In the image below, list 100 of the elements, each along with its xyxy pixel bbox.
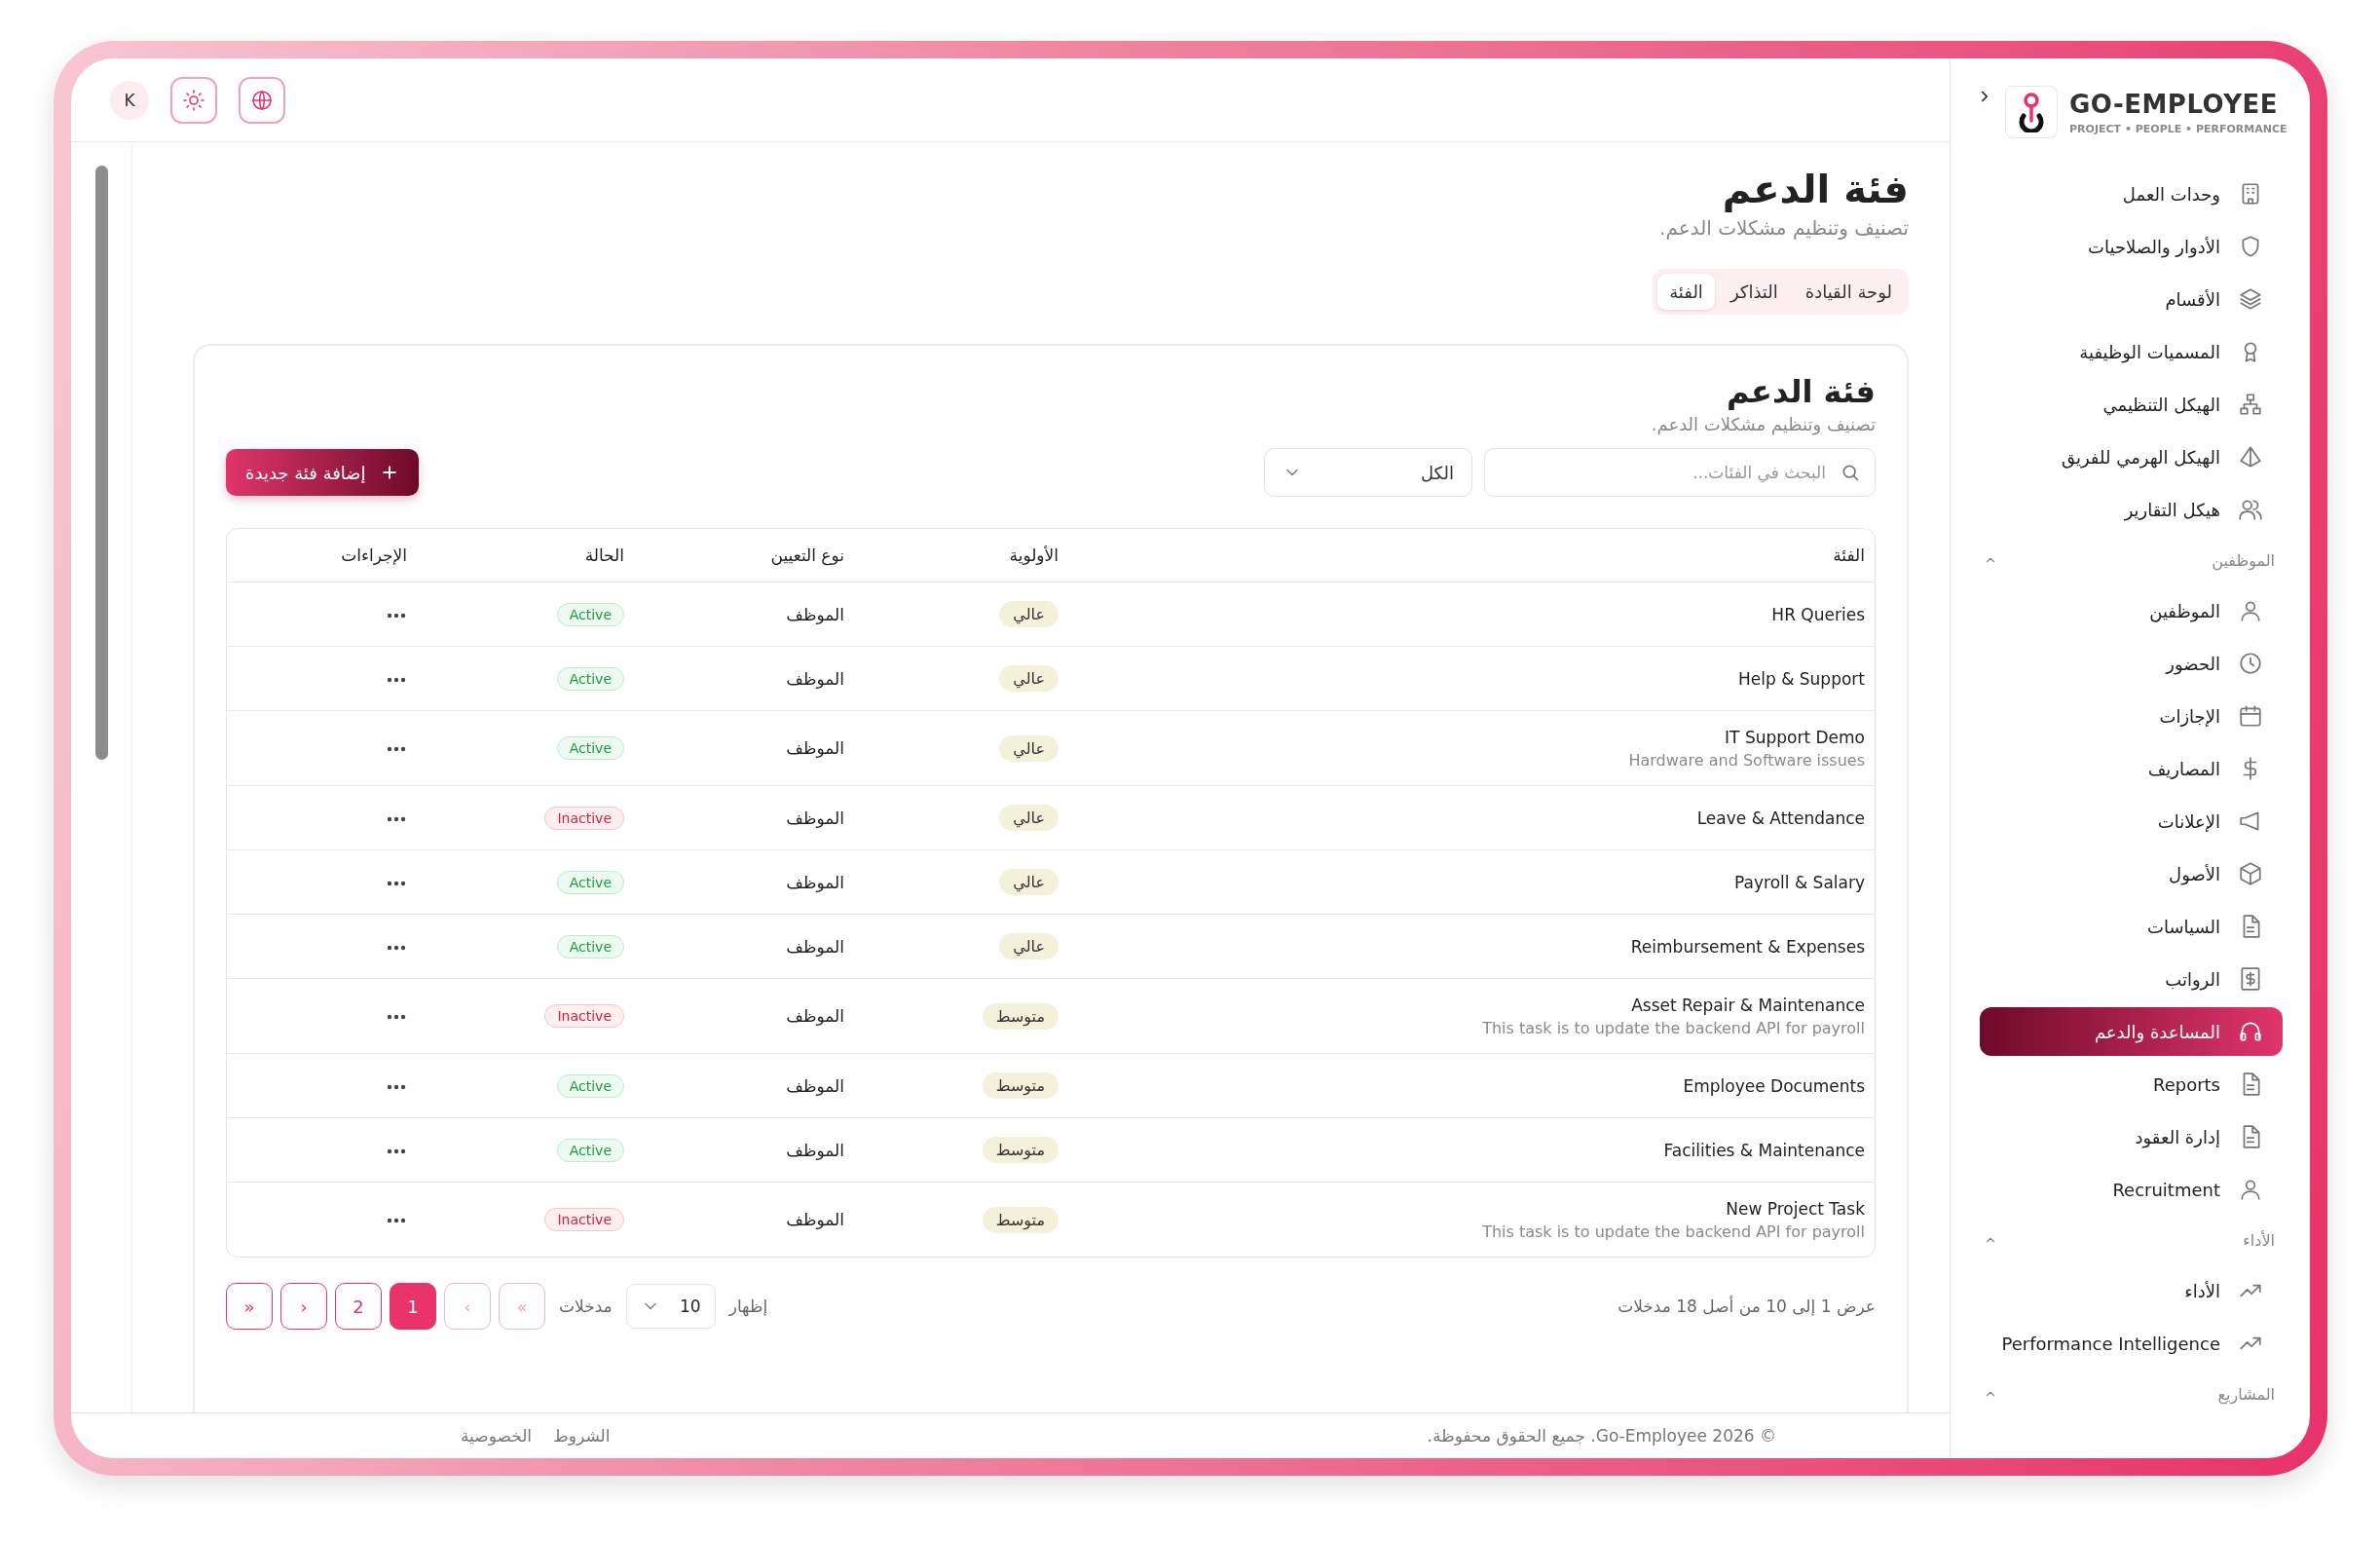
footer-link[interactable]: الشروط (553, 1426, 611, 1446)
category-name: Asset Repair & Maintenance (1630, 995, 1865, 1015)
more-icon[interactable] (386, 611, 407, 620)
nav-item[interactable]: Recruitment (1980, 1165, 2283, 1214)
status-badge: Active (556, 736, 624, 760)
page-button[interactable]: › (280, 1283, 327, 1330)
priority-badge: متوسط (982, 1072, 1059, 1099)
card-title: فئة الدعم (1726, 373, 1876, 410)
table-cell: الموظف (634, 978, 854, 1054)
entries-label: مدخلات (559, 1297, 613, 1316)
priority-badge: متوسط (982, 1002, 1059, 1030)
more-icon[interactable] (386, 879, 407, 887)
priority-badge: عالي (999, 601, 1059, 627)
language-button[interactable] (239, 76, 285, 124)
category-name: Help & Support (1736, 668, 1865, 689)
nav-item[interactable]: Reports (1980, 1060, 2283, 1109)
status-badge: Active (556, 602, 624, 626)
page-button[interactable]: 2 (335, 1283, 382, 1330)
column-header: نوع التعيين (634, 529, 854, 583)
nav-item[interactable]: المسميات الوظيفية (1980, 327, 2283, 376)
category-name: New Project Task (1725, 1198, 1865, 1219)
avatar[interactable]: K (110, 80, 149, 120)
org-chart-icon (2238, 392, 2263, 417)
nav-item[interactable]: السياسات (1980, 902, 2283, 951)
more-icon[interactable] (386, 1082, 407, 1091)
priority-badge: عالي (999, 734, 1059, 762)
theme-button[interactable] (170, 76, 217, 124)
status-badge: Active (556, 666, 624, 691)
nav-item[interactable]: الهيكل التنظيمي (1980, 380, 2283, 429)
search-field[interactable]: البحث في الفئات... (1484, 448, 1876, 497)
more-icon[interactable] (386, 675, 407, 684)
page-button[interactable]: » (226, 1283, 273, 1330)
scrollbar[interactable] (94, 166, 108, 760)
more-icon[interactable] (386, 814, 407, 823)
status-badge: Active (556, 1073, 624, 1098)
table-cell: الموظف (634, 710, 854, 786)
nav-item[interactable]: الحضور (1980, 639, 2283, 688)
show-label: إظهار (728, 1297, 768, 1316)
more-icon[interactable] (386, 1146, 407, 1155)
priority-badge: متوسط (982, 1137, 1059, 1163)
nav-item[interactable]: إدارة العقود (1980, 1112, 2283, 1161)
table-cell: الموظف (634, 646, 854, 711)
section-heading: المشاريع (2217, 1384, 2275, 1404)
filter-dropdown[interactable]: الكل (1264, 448, 1472, 497)
category-name: Payroll & Salary (1733, 872, 1865, 892)
section-heading: الأداء (2243, 1230, 2275, 1250)
nav-item[interactable]: الموظفين (1980, 586, 2283, 635)
nav-item[interactable]: الأدوار والصلاحيات (1980, 222, 2283, 271)
status-badge: Inactive (544, 1208, 624, 1231)
more-icon[interactable] (386, 745, 407, 753)
nav-item[interactable]: وحدات العمل (1980, 169, 2283, 218)
page-button[interactable]: 1 (390, 1283, 436, 1330)
nav-item[interactable]: الرواتب (1980, 955, 2283, 1003)
priority-badge: متوسط (982, 1206, 1059, 1233)
footer-link[interactable]: الخصوصية (461, 1426, 533, 1446)
table-cell: الموظف (634, 785, 854, 850)
nav-item[interactable]: الهيكل الهرمي للفريق (1980, 432, 2283, 481)
nav-item[interactable]: الأداء (1980, 1266, 2283, 1315)
calendar-icon (2238, 703, 2263, 729)
tab[interactable]: الفئة (1657, 274, 1715, 310)
brand-name: GO-EMPLOYEE (2069, 89, 2280, 119)
table-cell: الموظف (634, 1117, 854, 1183)
priority-badge: عالي (999, 869, 1059, 895)
nav-item[interactable]: Performance Intelligence (1980, 1319, 2283, 1368)
tab[interactable]: التذاكر (1718, 274, 1790, 310)
section-heading: الموظفين (2212, 550, 2275, 570)
sun-icon (182, 88, 205, 112)
priority-badge: عالي (999, 933, 1059, 959)
tab[interactable]: لوحة القيادة (1793, 274, 1904, 310)
nav-item[interactable]: الإجازات (1980, 692, 2283, 740)
pagination-summary: عرض 1 إلى 10 من أصل 18 مدخلات (1618, 1297, 1876, 1316)
priority-badge: عالي (999, 805, 1059, 831)
category-description: This task is to update the backend API for payroll (1481, 1222, 1865, 1241)
status-badge: Active (556, 934, 624, 958)
tagline: PROJECT • PEOPLE • PERFORMANCE (2069, 122, 2287, 135)
nav-item[interactable]: الإعلانات (1980, 797, 2283, 846)
nav-item[interactable]: المصاريف (1980, 744, 2283, 793)
status-badge: Inactive (544, 1004, 624, 1028)
table-cell: الموظف (634, 582, 854, 647)
page-size-select[interactable]: 10 (625, 1284, 716, 1329)
layers-icon (2238, 286, 2263, 312)
status-badge: Active (556, 870, 624, 894)
table-cell: الموظف (634, 1182, 854, 1257)
search-icon (1841, 463, 1860, 482)
add-category-button[interactable]: إضافة فئة جديدة (226, 449, 419, 496)
more-icon[interactable] (386, 943, 407, 952)
nav-item[interactable]: الأقسام (1980, 275, 2283, 323)
box-icon (2238, 861, 2263, 886)
column-header: الحالة (417, 529, 634, 583)
card-subtitle: تصنيف وتنظيم مشكلات الدعم. (1650, 414, 1876, 434)
more-icon[interactable] (386, 1217, 407, 1224)
more-icon[interactable] (386, 1013, 407, 1021)
nav-item[interactable]: هيكل التقارير (1980, 485, 2283, 534)
nav-item[interactable]: الأصول (1980, 849, 2283, 898)
table-cell: الموظف (634, 849, 854, 915)
category-description: Hardware and Software issues (1627, 750, 1865, 770)
table-cell: الموظف (634, 914, 854, 979)
globe-icon (250, 88, 274, 112)
category-name: Employee Documents (1682, 1075, 1865, 1096)
nav-item[interactable]: المساعدة والدعم (1980, 1007, 2283, 1056)
